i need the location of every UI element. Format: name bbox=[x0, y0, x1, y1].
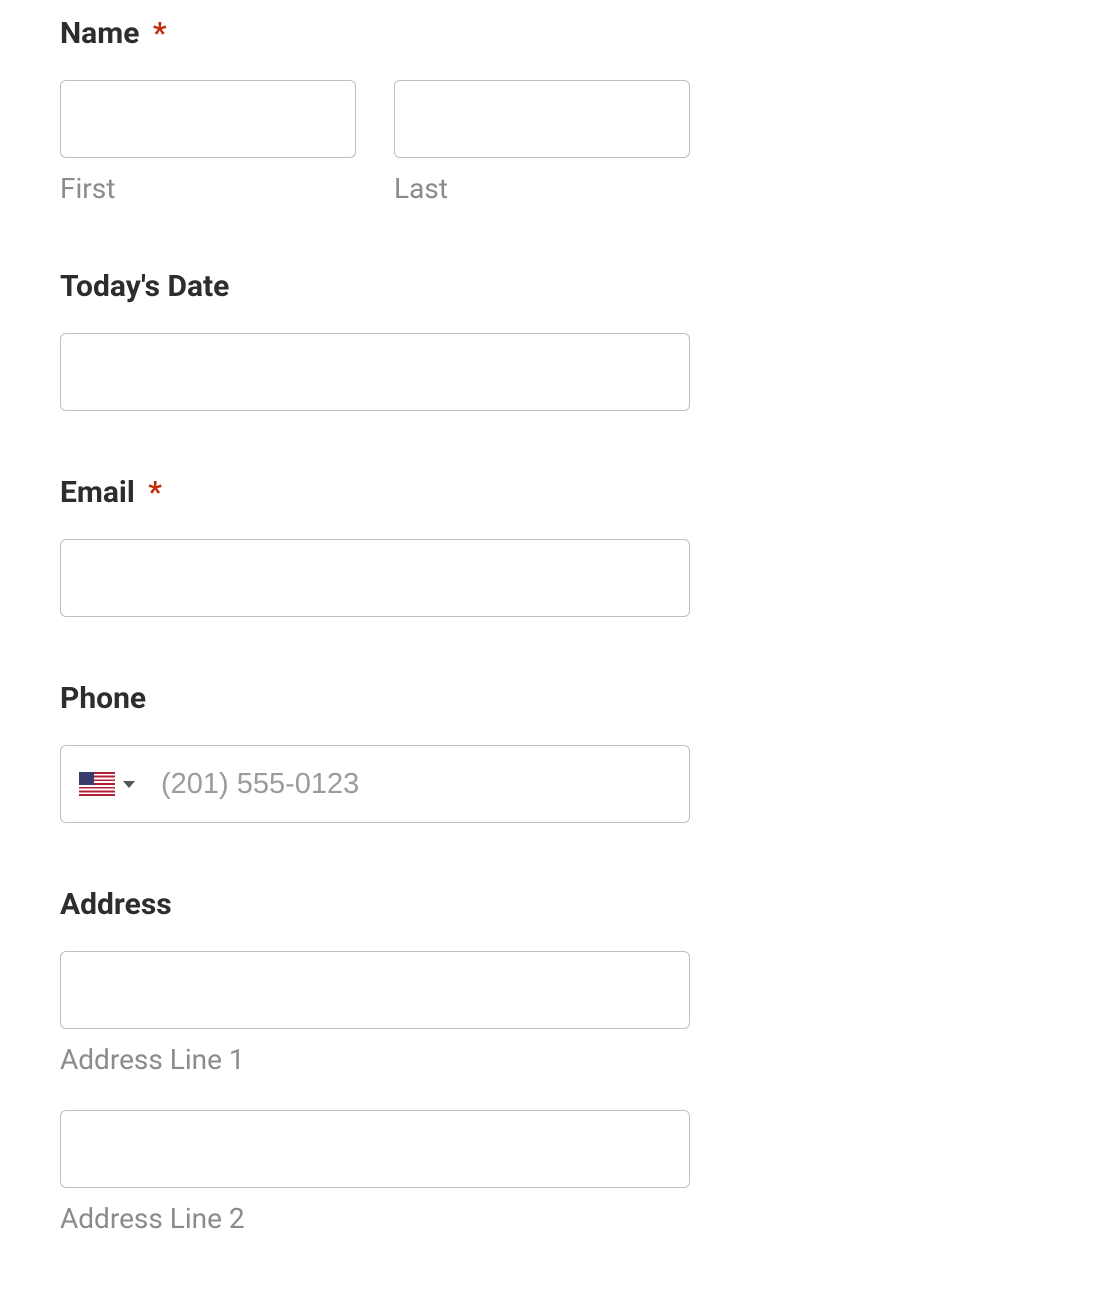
date-field-group: Today's Date bbox=[60, 269, 1116, 411]
last-name-col: Last bbox=[394, 80, 690, 205]
date-label: Today's Date bbox=[60, 269, 1116, 305]
required-asterisk: * bbox=[148, 475, 162, 510]
first-name-col: First bbox=[60, 80, 356, 205]
address-line1-input[interactable] bbox=[60, 951, 690, 1029]
us-flag-icon bbox=[79, 772, 115, 796]
last-name-input[interactable] bbox=[394, 80, 690, 158]
name-label-text: Name bbox=[60, 16, 139, 51]
phone-field-group: Phone bbox=[60, 681, 1116, 823]
name-row: First Last bbox=[60, 80, 1116, 205]
country-code-button[interactable] bbox=[61, 746, 149, 822]
last-name-sublabel: Last bbox=[394, 172, 690, 205]
first-name-sublabel: First bbox=[60, 172, 356, 205]
address-line2-sublabel: Address Line 2 bbox=[60, 1202, 1116, 1235]
phone-input-wrapper bbox=[60, 745, 690, 823]
form-page: Name * First Last Today's Date Email * P… bbox=[0, 0, 1116, 1295]
address-line2-subfield: Address Line 2 bbox=[60, 1110, 1116, 1235]
email-label-text: Email bbox=[60, 475, 135, 510]
name-label: Name * bbox=[60, 16, 1116, 52]
chevron-down-icon bbox=[123, 781, 135, 788]
name-field-group: Name * First Last bbox=[60, 16, 1116, 205]
address-label: Address bbox=[60, 887, 1116, 923]
email-field-group: Email * bbox=[60, 475, 1116, 617]
address-line2-input[interactable] bbox=[60, 1110, 690, 1188]
required-asterisk: * bbox=[153, 16, 167, 51]
phone-input[interactable] bbox=[149, 746, 689, 822]
first-name-input[interactable] bbox=[60, 80, 356, 158]
address-field-group: Address Address Line 1 Address Line 2 bbox=[60, 887, 1116, 1235]
date-input[interactable] bbox=[60, 333, 690, 411]
email-label: Email * bbox=[60, 475, 1116, 511]
phone-label: Phone bbox=[60, 681, 1116, 717]
address-line1-subfield: Address Line 1 bbox=[60, 951, 1116, 1076]
email-input[interactable] bbox=[60, 539, 690, 617]
address-stack: Address Line 1 Address Line 2 bbox=[60, 951, 1116, 1235]
address-line1-sublabel: Address Line 1 bbox=[60, 1043, 1116, 1076]
